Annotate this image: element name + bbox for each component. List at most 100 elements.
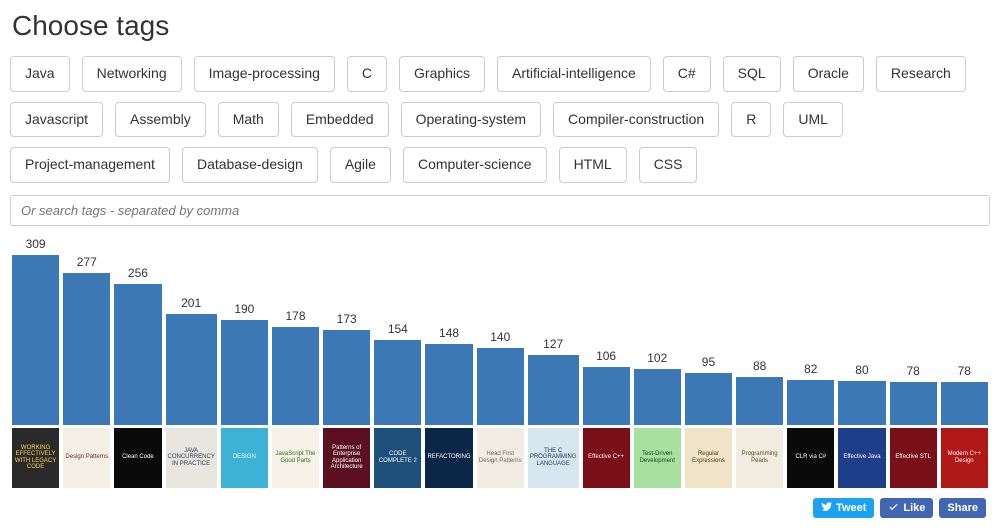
bar — [634, 369, 681, 425]
bar-value-label: 95 — [702, 355, 715, 369]
like-label: Like — [903, 502, 925, 514]
book-cover-thumbnail[interactable]: THE C PROGRAMMING LANGUAGE — [528, 428, 579, 488]
bar-value-label: 173 — [337, 312, 357, 326]
bar-column[interactable]: 154 CODE COMPLETE 2 — [374, 322, 421, 488]
book-cover-title: Test-Driven Development — [636, 451, 679, 464]
like-button[interactable]: Like — [880, 498, 933, 518]
tag-agile[interactable]: Agile — [330, 147, 391, 183]
book-cover-thumbnail[interactable]: CODE COMPLETE 2 — [374, 428, 421, 488]
book-cover-thumbnail[interactable]: JavaScript The Good Parts — [272, 428, 319, 488]
bar-column[interactable]: 190 DESIGN — [221, 302, 268, 488]
bar — [477, 348, 524, 425]
book-cover-thumbnail[interactable]: CLR via C# — [787, 428, 834, 488]
bar-value-label: 106 — [596, 349, 616, 363]
book-cover-thumbnail[interactable]: Test-Driven Development — [634, 428, 681, 488]
tag-c[interactable]: C — [347, 56, 387, 92]
bar-value-label: 256 — [128, 266, 148, 280]
bar — [736, 377, 783, 425]
bar — [838, 381, 885, 425]
book-cover-title: Clean Code — [122, 454, 154, 461]
share-button[interactable]: Share — [939, 498, 986, 518]
book-cover-title: Effective C++ — [588, 454, 624, 461]
tag-css[interactable]: CSS — [639, 147, 698, 183]
tag-assembly[interactable]: Assembly — [115, 102, 206, 138]
tag-project-management[interactable]: Project-management — [10, 147, 170, 183]
tag-artificial-intelligence[interactable]: Artificial-intelligence — [497, 56, 651, 92]
bar — [272, 327, 319, 425]
bar-value-label: 178 — [285, 309, 305, 323]
bar-column[interactable]: 140 Head First Design Patterns — [477, 330, 524, 488]
search-input[interactable] — [11, 196, 989, 225]
bar-column[interactable]: 78Effective STL — [890, 364, 937, 488]
page-title: Choose tags — [12, 10, 990, 42]
tag-cloud: Java Networking Image-processing C Graphics A… — [10, 56, 990, 183]
bar-column[interactable]: 88 Programming Pearls — [736, 359, 783, 488]
book-cover-title: Design Patterns — [65, 454, 108, 461]
bar-column[interactable]: 173 Patterns of Enterprise Application Ar… — [323, 312, 370, 488]
bar-column[interactable]: 178 JavaScript The Good Parts — [272, 309, 319, 488]
bar-column[interactable]: 256 Clean Code — [114, 266, 161, 488]
book-cover-thumbnail[interactable]: JAVA CONCURRENCY IN PRACTICE — [166, 428, 217, 488]
book-cover-thumbnail[interactable]: Modern C++ Design — [941, 428, 988, 488]
bar-column[interactable]: 78Modern C++ Design — [941, 364, 988, 488]
book-cover-thumbnail[interactable]: Clean Code — [114, 428, 161, 488]
bar-value-label: 154 — [388, 322, 408, 336]
tag-image-processing[interactable]: Image-processing — [194, 56, 335, 92]
tag-uml[interactable]: UML — [783, 102, 843, 138]
bar-column[interactable]: 102Test-Driven Development — [634, 351, 681, 488]
book-cover-thumbnail[interactable]: Regular Expressions — [685, 428, 732, 488]
bar — [221, 320, 268, 425]
bar-value-label: 88 — [753, 359, 766, 373]
tag-r[interactable]: R — [731, 102, 771, 138]
book-cover-thumbnail[interactable]: Effective STL — [890, 428, 937, 488]
bar — [114, 284, 161, 425]
tag-html[interactable]: HTML — [559, 147, 627, 183]
tag-operating-system[interactable]: Operating-system — [401, 102, 541, 138]
tag-database-design[interactable]: Database-design — [182, 147, 318, 183]
book-cover-title: Effective STL — [895, 454, 931, 461]
share-label: Share — [947, 502, 978, 514]
bar-column[interactable]: 106 Effective C++ — [583, 349, 630, 488]
tweet-button[interactable]: Tweet — [813, 498, 874, 518]
book-cover-thumbnail[interactable]: Head First Design Patterns — [477, 428, 524, 488]
book-cover-thumbnail[interactable]: Effective Java — [838, 428, 885, 488]
book-cover-title: DESIGN — [233, 454, 256, 461]
tag-networking[interactable]: Networking — [82, 56, 182, 92]
book-cover-thumbnail[interactable]: Design Patterns — [63, 428, 110, 488]
bar — [787, 380, 834, 425]
book-cover-title: CODE COMPLETE 2 — [376, 451, 419, 464]
tag-math[interactable]: Math — [218, 102, 279, 138]
book-cover-thumbnail[interactable]: DESIGN — [221, 428, 268, 488]
bar-column[interactable]: 277Design Patterns — [63, 255, 110, 488]
bar-value-label: 201 — [181, 296, 201, 310]
tag-embedded[interactable]: Embedded — [291, 102, 389, 138]
bar-column[interactable]: 82CLR via C# — [787, 362, 834, 488]
bar — [166, 314, 217, 425]
tag-javascript[interactable]: Javascript — [10, 102, 103, 138]
book-cover-thumbnail[interactable]: Effective C++ — [583, 428, 630, 488]
tag-computer-science[interactable]: Computer-science — [403, 147, 547, 183]
bar-value-label: 148 — [439, 326, 459, 340]
book-cover-title: Regular Expressions — [687, 451, 730, 464]
bar-chart: 309WORKING EFFECTIVELY WITH LEGACY CODE2… — [10, 248, 990, 488]
tag-sql[interactable]: SQL — [723, 56, 781, 92]
bar-column[interactable]: 148 REFACTORING — [425, 326, 472, 488]
share-row: Tweet Like Share — [10, 498, 990, 518]
bar-column[interactable]: 95 Regular Expressions — [685, 355, 732, 488]
tag-java[interactable]: Java — [10, 56, 70, 92]
tag-research[interactable]: Research — [876, 56, 966, 92]
bar-column[interactable]: 201 JAVA CONCURRENCY IN PRACTICE — [166, 296, 217, 488]
bar-column[interactable]: 309WORKING EFFECTIVELY WITH LEGACY CODE — [12, 237, 59, 488]
bar-column[interactable]: 127THE C PROGRAMMING LANGUAGE — [528, 337, 579, 488]
tag-compiler-construction[interactable]: Compiler-construction — [553, 102, 719, 138]
tag-graphics[interactable]: Graphics — [399, 56, 485, 92]
bar-value-label: 190 — [234, 302, 254, 316]
bar-value-label: 140 — [490, 330, 510, 344]
tag-oracle[interactable]: Oracle — [793, 56, 864, 92]
bar-column[interactable]: 80Effective Java — [838, 363, 885, 488]
book-cover-thumbnail[interactable]: WORKING EFFECTIVELY WITH LEGACY CODE — [12, 428, 59, 488]
tag-c-[interactable]: C# — [663, 56, 711, 92]
book-cover-thumbnail[interactable]: Programming Pearls — [736, 428, 783, 488]
book-cover-thumbnail[interactable]: REFACTORING — [425, 428, 472, 488]
book-cover-thumbnail[interactable]: Patterns of Enterprise Application Archi… — [323, 428, 370, 488]
